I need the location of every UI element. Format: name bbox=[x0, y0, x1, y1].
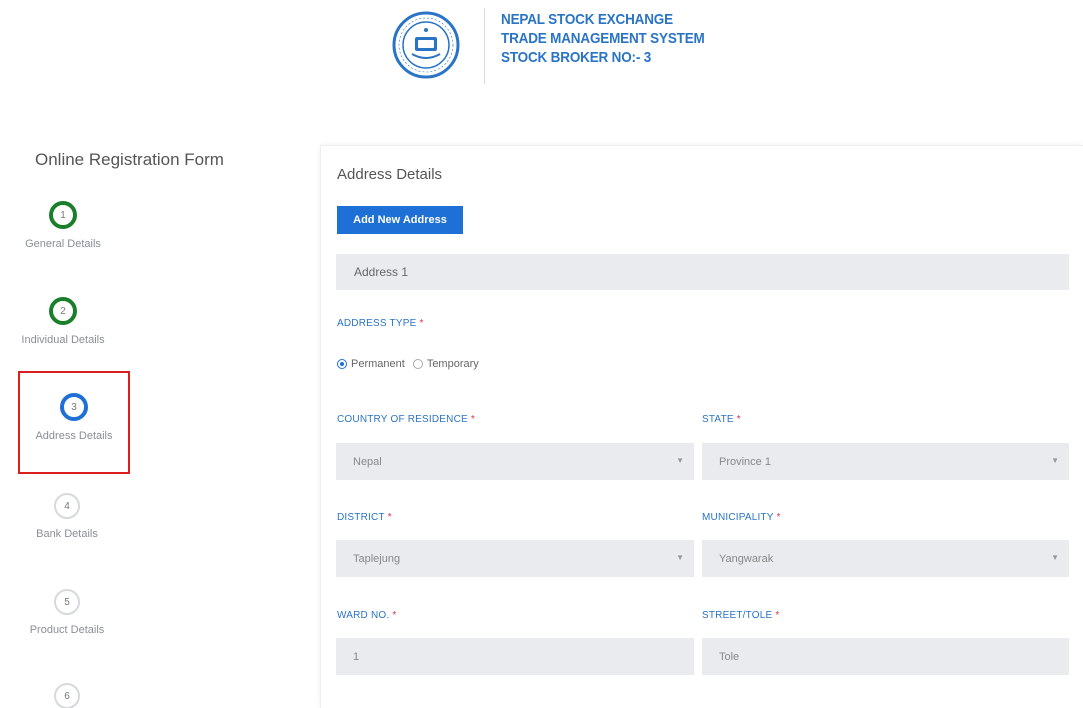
radio-temporary[interactable] bbox=[412, 359, 423, 369]
country-select[interactable]: Nepal ▼ bbox=[336, 443, 694, 480]
page-header: NEPAL STOCK EXCHANGE TRADE MANAGEMENT SY… bbox=[0, 0, 1083, 100]
required-mark: * bbox=[392, 610, 397, 621]
ward-input[interactable]: 1 bbox=[336, 638, 694, 675]
nepse-seal-icon bbox=[392, 11, 460, 79]
address-type-radio-group: Permanent Temporary bbox=[337, 358, 487, 370]
section-title: Address Details bbox=[337, 166, 443, 183]
country-value: Nepal bbox=[353, 455, 382, 468]
country-label-text: COUNTRY OF RESIDENCE bbox=[337, 414, 468, 425]
header-title-block: NEPAL STOCK EXCHANGE TRADE MANAGEMENT SY… bbox=[501, 10, 727, 67]
header-title: NEPAL STOCK EXCHANGE bbox=[501, 11, 673, 28]
district-label-text: DISTRICT bbox=[337, 512, 385, 523]
ward-label: WARD NO. * bbox=[337, 610, 396, 621]
broker-number: STOCK BROKER NO:- 3 bbox=[501, 49, 652, 66]
step-circle-3: 3 bbox=[60, 393, 88, 421]
municipality-value: Yangwarak bbox=[719, 552, 774, 565]
step-product-details[interactable]: 5 Product Details bbox=[12, 589, 122, 636]
chevron-down-icon: ▼ bbox=[1051, 553, 1059, 562]
required-mark: * bbox=[419, 318, 424, 329]
required-mark: * bbox=[736, 414, 741, 425]
required-mark: * bbox=[775, 610, 780, 621]
step-address-details[interactable]: 3 Address Details bbox=[19, 393, 129, 442]
address-type-label: ADDRESS TYPE * bbox=[337, 318, 424, 329]
street-label-text: STREET/TOLE bbox=[702, 610, 773, 621]
step-circle-1: 1 bbox=[49, 201, 77, 229]
street-input[interactable]: Tole bbox=[702, 638, 1069, 675]
radio-temporary-label[interactable]: Temporary bbox=[427, 358, 479, 370]
step-label: Product Details bbox=[29, 624, 105, 636]
required-mark: * bbox=[387, 512, 392, 523]
address-type-label-text: ADDRESS TYPE bbox=[337, 318, 417, 329]
radio-permanent-label[interactable]: Permanent bbox=[351, 358, 405, 370]
required-mark: * bbox=[776, 512, 781, 523]
municipality-select[interactable]: Yangwarak ▼ bbox=[702, 540, 1069, 577]
required-mark: * bbox=[470, 414, 475, 425]
step-bank-details[interactable]: 4 Bank Details bbox=[12, 493, 122, 540]
chevron-down-icon: ▼ bbox=[676, 456, 684, 465]
step-label: Individual Details bbox=[21, 334, 105, 346]
state-label-text: STATE bbox=[702, 414, 734, 425]
step-label: Address Details bbox=[35, 430, 113, 442]
step-circle-4: 4 bbox=[54, 493, 80, 519]
add-new-address-button[interactable]: Add New Address bbox=[337, 206, 463, 234]
ward-label-text: WARD NO. bbox=[337, 610, 390, 621]
district-value: Taplejung bbox=[353, 552, 401, 565]
step-circle-5: 5 bbox=[54, 589, 80, 615]
step-6[interactable]: 6 bbox=[12, 683, 122, 708]
address-item-header[interactable]: Address 1 bbox=[336, 254, 1069, 290]
municipality-label-text: MUNICIPALITY bbox=[702, 512, 774, 523]
district-select[interactable]: Taplejung ▼ bbox=[336, 540, 694, 577]
step-general-details[interactable]: 1 General Details bbox=[8, 201, 118, 250]
street-label: STREET/TOLE * bbox=[702, 610, 779, 621]
address-details-card: Address Details Add New Address Address … bbox=[320, 145, 1083, 708]
chevron-down-icon: ▼ bbox=[1051, 456, 1059, 465]
step-label: General Details bbox=[25, 238, 101, 250]
sidebar-title: Online Registration Form bbox=[35, 150, 224, 169]
municipality-label: MUNICIPALITY * bbox=[702, 512, 781, 523]
district-label: DISTRICT * bbox=[337, 512, 392, 523]
chevron-down-icon: ▼ bbox=[676, 553, 684, 562]
country-label: COUNTRY OF RESIDENCE * bbox=[337, 414, 475, 425]
header-divider bbox=[484, 8, 485, 84]
state-value: Province 1 bbox=[719, 455, 771, 468]
step-label: Bank Details bbox=[36, 528, 98, 540]
state-label: STATE * bbox=[702, 414, 741, 425]
state-select[interactable]: Province 1 ▼ bbox=[702, 443, 1069, 480]
step-circle-6: 6 bbox=[54, 683, 80, 708]
radio-permanent[interactable] bbox=[337, 359, 347, 369]
step-circle-2: 2 bbox=[49, 297, 77, 325]
step-individual-details[interactable]: 2 Individual Details bbox=[8, 297, 118, 346]
header-subtitle: TRADE MANAGEMENT SYSTEM bbox=[501, 30, 705, 47]
